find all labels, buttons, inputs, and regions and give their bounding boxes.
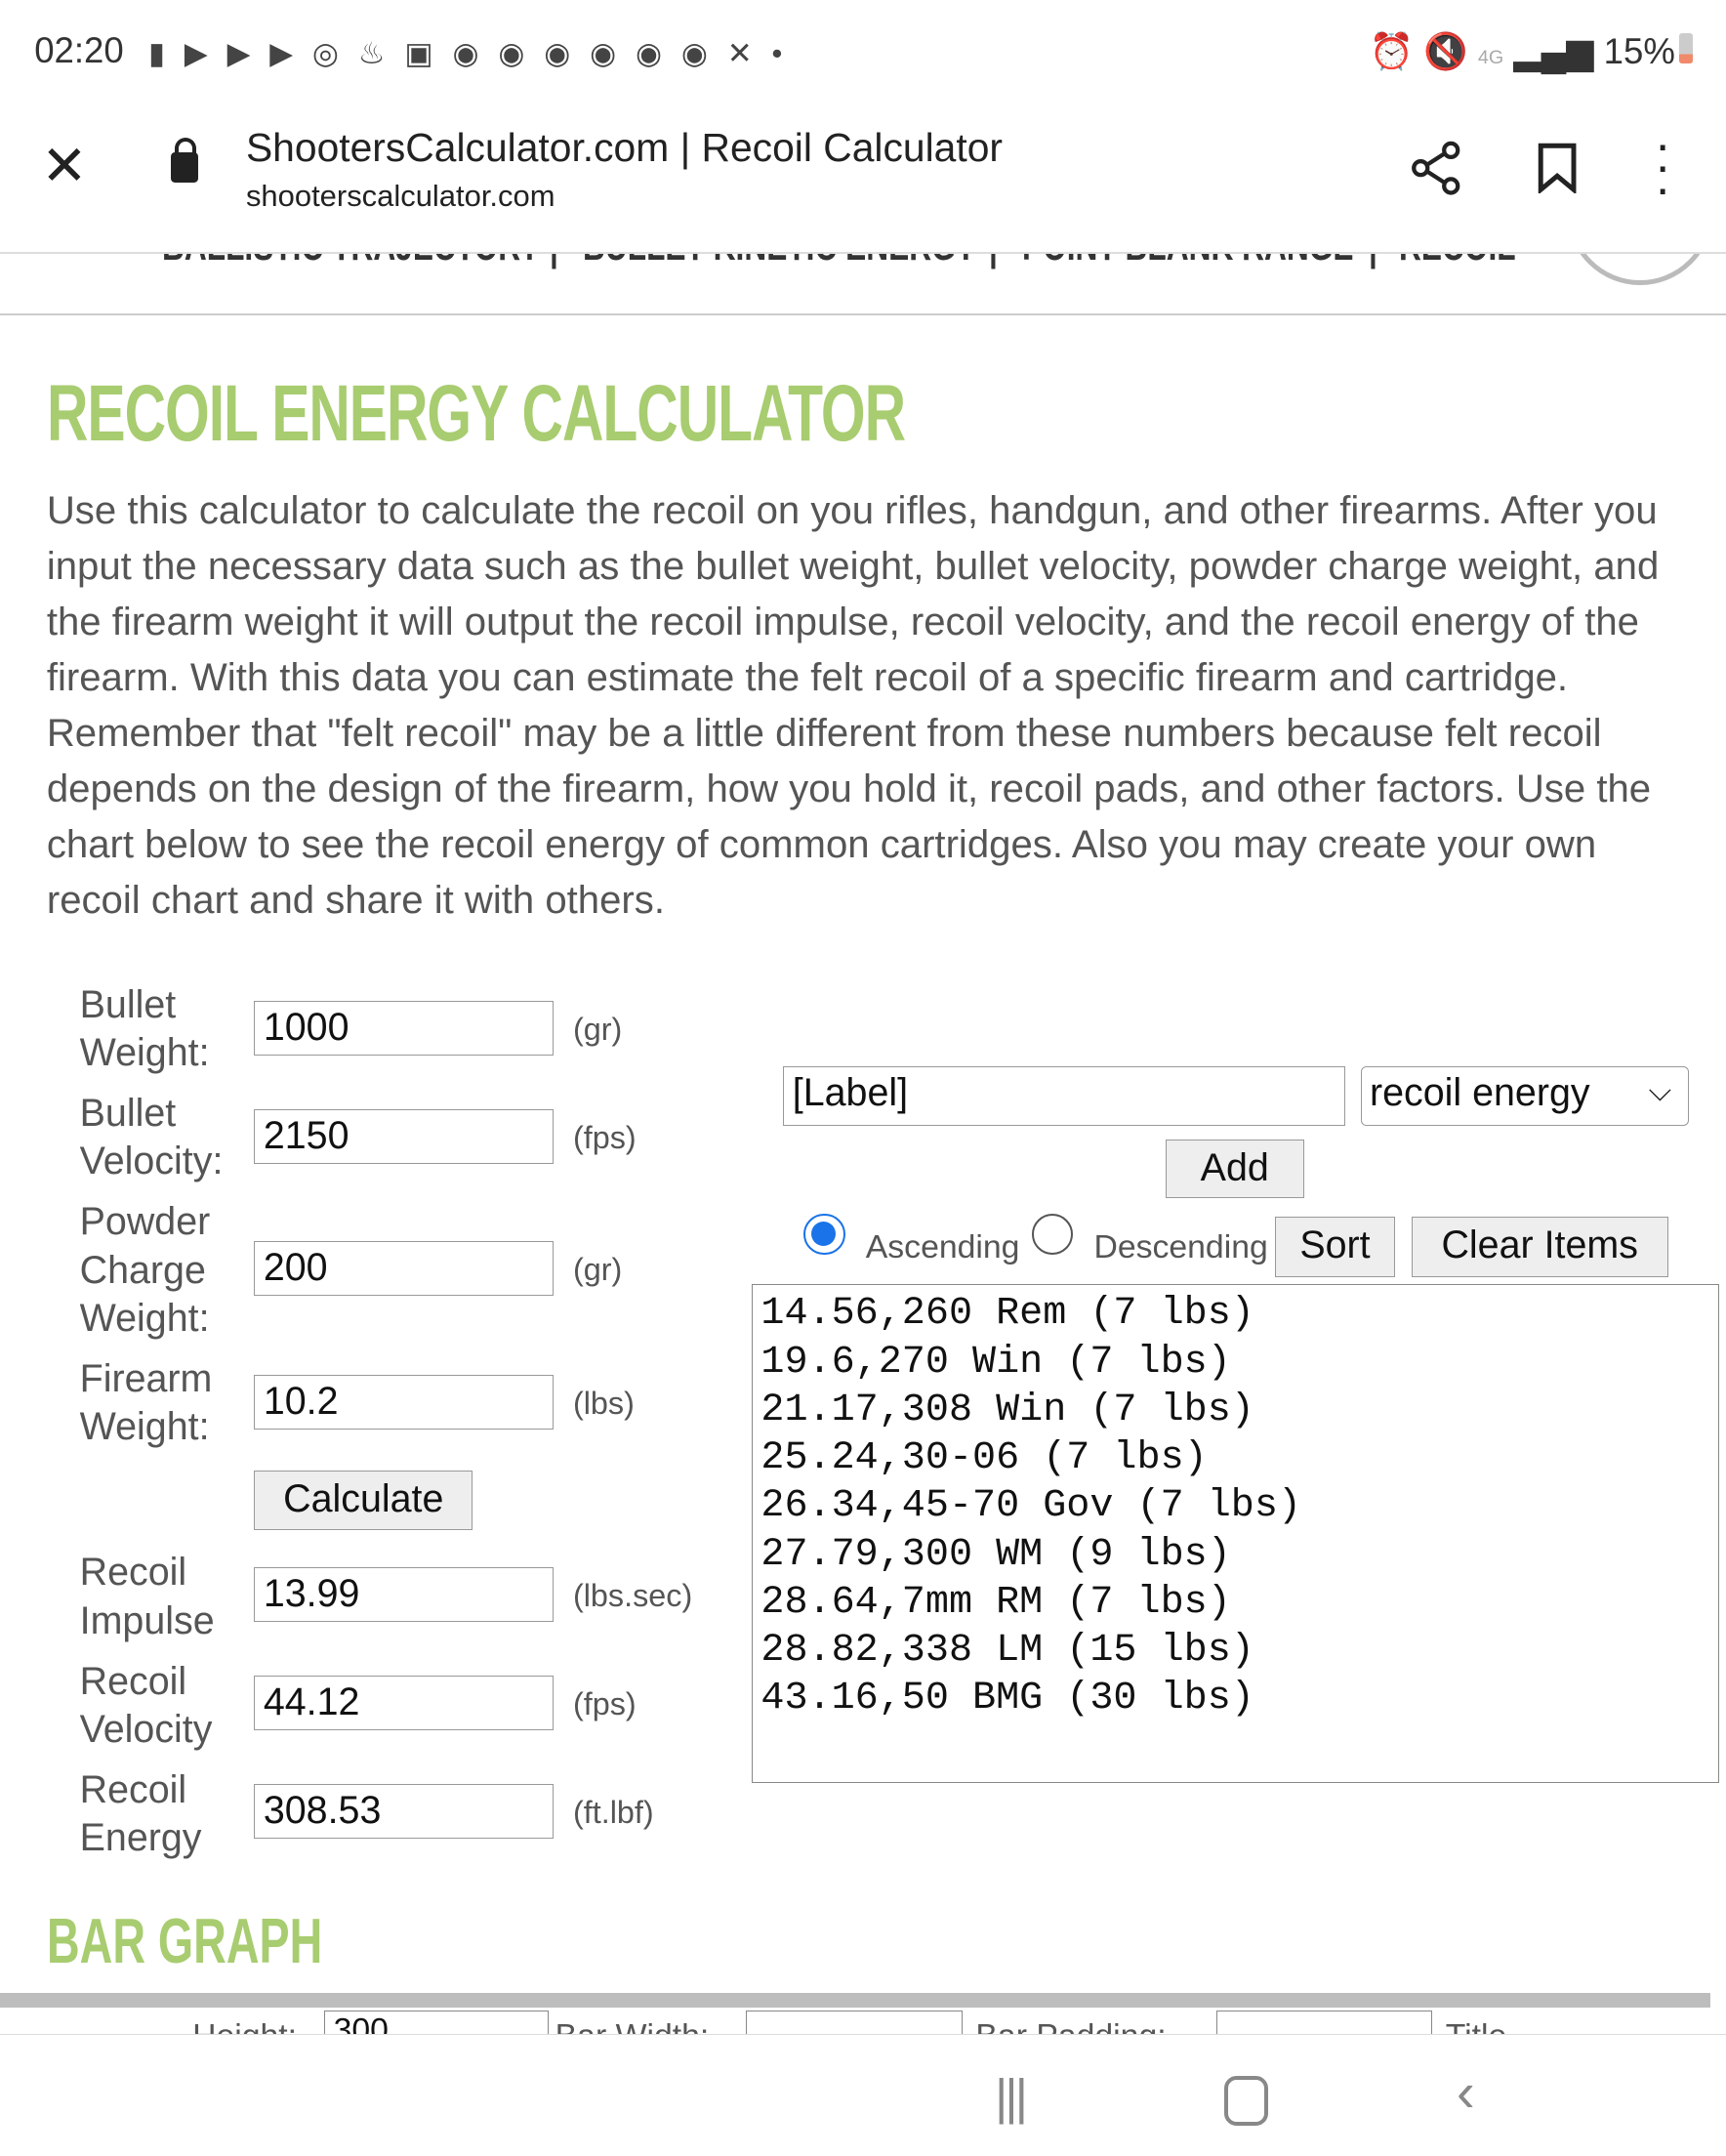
recoil-velocity-label: Recoil Velocity	[80, 1658, 213, 1755]
ascending-label: Ascending	[865, 1228, 1020, 1266]
ascending-radio[interactable]	[803, 1213, 845, 1256]
battery-icon	[1679, 33, 1694, 63]
notification-icons: ▮ ▶ ▶ ▶ ◎ ♨ ▣ ◉ ◉ ◉ ◉ ◉ ◉ ✕ •	[148, 35, 788, 70]
status-bar: 02:20 ▮ ▶ ▶ ▶ ◎ ♨ ▣ ◉ ◉ ◉ ◉ ◉ ◉ ✕ • ⏰ 🔇 …	[0, 0, 1726, 104]
unit-label: (lbs.sec)	[572, 1577, 693, 1613]
list-item: 28.82,338 LM (15 lbs)	[760, 1629, 1254, 1674]
descending-label: Descending	[1093, 1228, 1268, 1266]
close-icon[interactable]: ✕	[41, 134, 87, 198]
bar-padding-label: Bar Padding:	[975, 2017, 1166, 2034]
unit-label: (fps)	[572, 1120, 637, 1156]
bullet-weight-label: Bullet Weight:	[80, 981, 210, 1078]
chart-items-textarea[interactable]: 14.56,260 Rem (7 lbs) 19.6,270 Win (7 lbs…	[751, 1283, 1719, 1783]
label-line: Recoil	[79, 1659, 187, 1703]
bar-width-label: Bar Width:	[555, 2017, 710, 2034]
list-item: 26.34,45-70 Gov (7 lbs)	[760, 1484, 1301, 1529]
label-line: Powder	[79, 1200, 211, 1244]
bar-width-input[interactable]	[746, 2011, 963, 2035]
battery-level: 15%	[1603, 30, 1675, 71]
signal-icon: ▂▄▆	[1513, 30, 1604, 71]
page-title: ShootersCalculator.com | Recoil Calculat…	[245, 125, 1003, 171]
bar-graph-heading: BAR GRAPH	[46, 1904, 323, 1976]
list-item: 27.79,300 WM (9 lbs)	[760, 1532, 1231, 1577]
list-item: 19.6,270 Win (7 lbs)	[760, 1340, 1231, 1385]
sort-button[interactable]: Sort	[1275, 1216, 1395, 1277]
calculator-heading: RECOIL ENERGY CALCULATOR	[46, 369, 906, 459]
unit-label: (gr)	[572, 1252, 623, 1288]
mute-icon: 🔇	[1423, 30, 1478, 71]
list-item: 25.24,30-06 (7 lbs)	[760, 1436, 1208, 1481]
browser-toolbar: ✕ ShootersCalculator.com | Recoil Calcul…	[0, 103, 1726, 254]
radio-dot	[811, 1221, 837, 1246]
recoil-impulse-label: Recoil Impulse	[80, 1549, 215, 1645]
firearm-weight-label: Firearm Weight:	[80, 1355, 213, 1452]
label-line: Velocity:	[79, 1140, 224, 1183]
label-line: Charge	[79, 1248, 206, 1292]
unit-label: (lbs)	[572, 1385, 635, 1421]
label-input[interactable]: [Label]	[783, 1066, 1346, 1126]
share-icon[interactable]	[1410, 141, 1461, 195]
intro-text: Use this calculator to calculate the rec…	[46, 489, 1660, 923]
label-line: Weight:	[79, 1296, 210, 1340]
recoil-energy-output[interactable]: 308.53	[254, 1784, 555, 1840]
label-line: Recoil	[79, 1767, 187, 1811]
add-button[interactable]: Add	[1165, 1139, 1304, 1199]
recoil-impulse-output[interactable]: 13.99	[254, 1566, 555, 1622]
select-value: recoil energy	[1369, 1071, 1590, 1115]
unit-label: (fps)	[572, 1686, 637, 1722]
network-label: 4G	[1477, 46, 1504, 68]
height-input[interactable]: 300	[324, 2011, 550, 2035]
descending-radio[interactable]	[1032, 1213, 1074, 1256]
label-line: Recoil	[79, 1551, 187, 1595]
bullet-velocity-input[interactable]: 2150	[254, 1108, 555, 1165]
list-item: 43.16,50 BMG (30 lbs)	[760, 1677, 1254, 1721]
powder-weight-input[interactable]: 200	[254, 1241, 555, 1297]
more-menu-icon[interactable]: · · ·	[1655, 119, 1671, 213]
unit-label: (ft.lbf)	[572, 1795, 654, 1831]
status-right: ⏰ 🔇 4G ▂▄▆ 15%	[1369, 30, 1694, 72]
bookmark-icon[interactable]	[1537, 142, 1578, 194]
powder-weight-label: Powder Charge Weight:	[80, 1198, 211, 1343]
unit-label: (gr)	[572, 1011, 623, 1047]
firearm-weight-input[interactable]: 10.2	[254, 1374, 555, 1430]
alarm-icon: ⏰	[1369, 30, 1424, 71]
label-line: Bullet	[79, 983, 177, 1027]
recoil-velocity-output[interactable]: 44.12	[254, 1675, 555, 1731]
label-line: Impulse	[79, 1598, 215, 1642]
list-item: 21.17,308 Win (7 lbs)	[760, 1388, 1254, 1432]
label-line: Weight:	[79, 1405, 210, 1449]
label-line: Velocity	[79, 1707, 213, 1751]
divider	[0, 1993, 1711, 2009]
clear-items-button[interactable]: Clear Items	[1411, 1216, 1668, 1277]
recent-apps-icon[interactable]: |||	[995, 2068, 1028, 2126]
recoil-energy-label: Recoil Energy	[80, 1766, 202, 1863]
bullet-weight-input[interactable]: 1000	[254, 1000, 555, 1057]
home-icon[interactable]	[1224, 2076, 1268, 2126]
lock-shackle	[174, 137, 196, 161]
label-line: Weight:	[79, 1031, 210, 1075]
bar-padding-input[interactable]	[1215, 2011, 1433, 2035]
label-line: Energy	[79, 1816, 202, 1860]
height-label: Height:	[192, 2017, 297, 2034]
metric-select[interactable]: recoil energy ⌵	[1360, 1066, 1689, 1126]
list-item: 28.64,7mm RM (7 lbs)	[760, 1580, 1231, 1625]
bar-graph-options: Height: 300 Bar Width: Bar Padding: Titl…	[0, 2010, 1726, 2035]
url[interactable]: shooterscalculator.com	[246, 179, 555, 214]
back-icon[interactable]: ‹	[1457, 2060, 1475, 2124]
list-item: 14.56,260 Rem (7 lbs)	[760, 1292, 1254, 1337]
chevron-down-icon: ⌵	[1648, 1073, 1672, 1108]
label-line: Bullet	[79, 1092, 177, 1136]
label-line: Firearm	[79, 1356, 213, 1400]
calculate-button[interactable]: Calculate	[254, 1471, 473, 1530]
title-label: Title	[1446, 2017, 1507, 2034]
clock: 02:20	[34, 29, 124, 70]
system-nav-bar: ||| ‹	[0, 2034, 1726, 2156]
bullet-velocity-label: Bullet Velocity:	[80, 1090, 224, 1186]
